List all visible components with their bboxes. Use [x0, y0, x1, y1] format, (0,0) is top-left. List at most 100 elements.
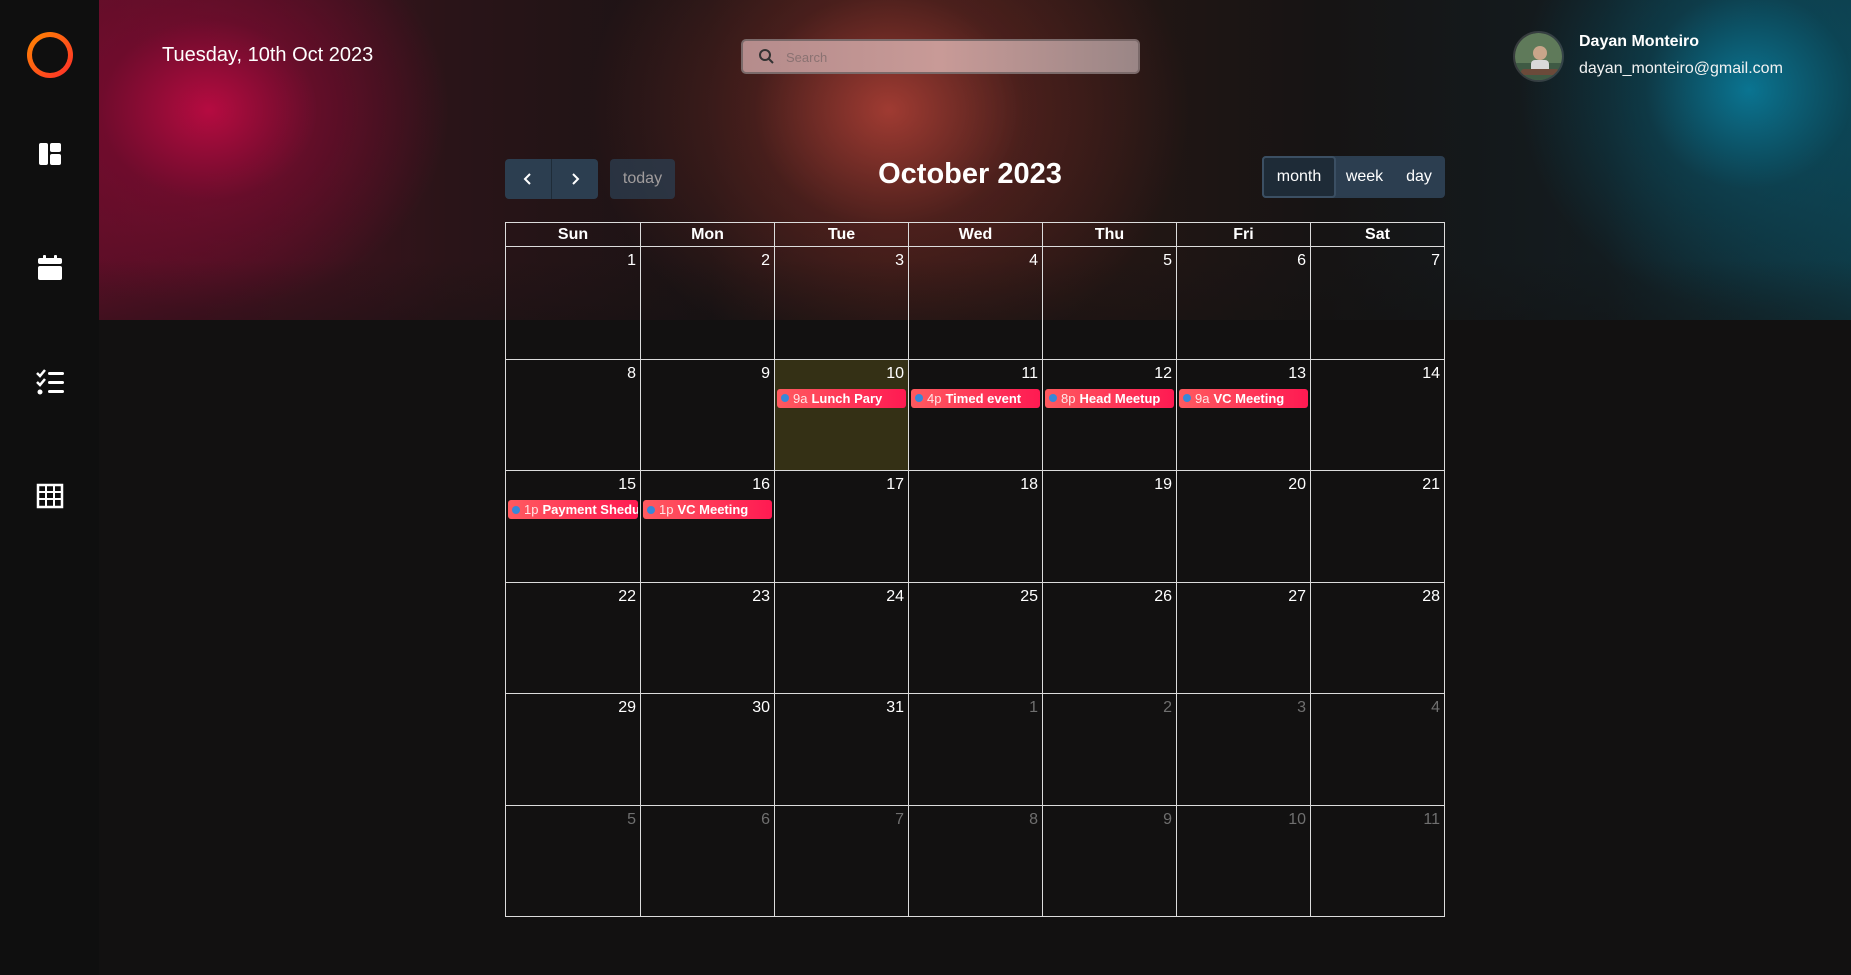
day-number[interactable]: 20: [1288, 476, 1306, 494]
day-cell[interactable]: 11: [1310, 804, 1444, 916]
day-cell[interactable]: 20: [1176, 470, 1310, 582]
prev-button[interactable]: [505, 159, 551, 199]
day-cell[interactable]: 5: [506, 804, 640, 917]
day-number[interactable]: 11: [1423, 811, 1440, 829]
day-number[interactable]: 10: [886, 365, 904, 383]
calendar-icon[interactable]: [34, 252, 66, 284]
day-number[interactable]: 26: [1154, 588, 1172, 606]
calendar-event[interactable]: 9a VC Meeting: [1179, 388, 1308, 408]
day-number[interactable]: 4: [1029, 252, 1038, 270]
dashboard-icon[interactable]: [34, 138, 66, 170]
day-cell[interactable]: 5: [1042, 247, 1176, 359]
day-cell[interactable]: 4: [1310, 693, 1444, 805]
day-cell[interactable]: 19: [1042, 470, 1176, 582]
day-number[interactable]: 1: [1029, 699, 1038, 717]
day-cell[interactable]: 28: [1310, 581, 1444, 693]
avatar[interactable]: [1513, 31, 1564, 82]
day-cell[interactable]: 9: [1042, 804, 1176, 916]
day-number[interactable]: 12: [1154, 365, 1172, 383]
day-cell[interactable]: 9: [640, 358, 774, 470]
day-number[interactable]: 19: [1154, 476, 1172, 494]
day-number[interactable]: 8: [627, 365, 636, 383]
next-button[interactable]: [551, 159, 597, 199]
day-cell[interactable]: 31: [774, 693, 908, 805]
app-logo[interactable]: [27, 32, 73, 78]
day-number[interactable]: 5: [1163, 252, 1172, 270]
day-number[interactable]: 9: [1163, 811, 1172, 829]
day-number[interactable]: 21: [1422, 476, 1440, 494]
day-number[interactable]: 7: [895, 811, 904, 829]
calendar-event[interactable]: 8p Head Meetup: [1045, 388, 1174, 408]
day-number[interactable]: 17: [886, 476, 904, 494]
day-cell[interactable]: 1: [908, 693, 1042, 805]
day-number[interactable]: 27: [1288, 588, 1306, 606]
day-number[interactable]: 28: [1422, 588, 1440, 606]
day-number[interactable]: 8: [1029, 811, 1038, 829]
day-number[interactable]: 9: [761, 365, 770, 383]
view-month-button[interactable]: month: [1262, 156, 1336, 198]
calendar-event[interactable]: 1p VC Meeting: [643, 500, 772, 519]
day-number[interactable]: 7: [1431, 252, 1440, 270]
day-number[interactable]: 1: [627, 252, 636, 270]
day-number[interactable]: 3: [1297, 699, 1306, 717]
checklist-icon[interactable]: [34, 366, 66, 398]
view-day-button[interactable]: day: [1393, 156, 1445, 198]
day-number[interactable]: 15: [618, 476, 636, 494]
day-number[interactable]: 6: [1297, 252, 1306, 270]
day-cell[interactable]: 15 1pPayment Shedule: [506, 470, 640, 582]
day-cell[interactable]: 18: [908, 470, 1042, 582]
day-number[interactable]: 3: [895, 252, 904, 270]
day-cell[interactable]: 21: [1310, 470, 1444, 582]
day-number[interactable]: 30: [752, 699, 770, 717]
day-cell-today[interactable]: 10 9a Lunch Pary: [774, 358, 908, 470]
day-cell[interactable]: 23: [640, 581, 774, 693]
calendar-event[interactable]: 4p Timed event: [911, 388, 1040, 408]
day-cell[interactable]: 24: [774, 581, 908, 693]
day-cell[interactable]: 8: [908, 804, 1042, 916]
day-cell[interactable]: 1: [506, 247, 640, 359]
day-cell[interactable]: 16 1p VC Meeting: [640, 470, 774, 582]
day-cell[interactable]: 13 9a VC Meeting: [1176, 358, 1310, 470]
day-cell[interactable]: 30: [640, 693, 774, 805]
search-input[interactable]: [786, 47, 1116, 67]
day-number[interactable]: 11: [1021, 365, 1038, 383]
search-bar[interactable]: [741, 39, 1140, 74]
day-number[interactable]: 24: [886, 588, 904, 606]
day-cell[interactable]: 27: [1176, 581, 1310, 693]
table-icon[interactable]: [34, 480, 66, 512]
day-number[interactable]: 22: [618, 588, 636, 606]
day-cell[interactable]: 17: [774, 470, 908, 582]
day-cell[interactable]: 25: [908, 581, 1042, 693]
day-number[interactable]: 18: [1020, 476, 1038, 494]
day-cell[interactable]: 2: [640, 247, 774, 359]
day-cell[interactable]: 6: [640, 804, 774, 916]
day-cell[interactable]: 10: [1176, 804, 1310, 916]
day-cell[interactable]: 12 8p Head Meetup: [1042, 358, 1176, 470]
day-cell[interactable]: 8: [506, 358, 640, 471]
day-cell[interactable]: 26: [1042, 581, 1176, 693]
day-cell[interactable]: 7: [774, 804, 908, 916]
day-number[interactable]: 14: [1422, 365, 1440, 383]
day-number[interactable]: 31: [886, 699, 904, 717]
day-cell[interactable]: 3: [774, 247, 908, 359]
day-cell[interactable]: 11 4p Timed event: [908, 358, 1042, 470]
day-number[interactable]: 16: [752, 476, 770, 494]
view-week-button[interactable]: week: [1336, 156, 1393, 198]
day-number[interactable]: 6: [761, 811, 770, 829]
day-number[interactable]: 23: [752, 588, 770, 606]
day-cell[interactable]: 14: [1310, 358, 1444, 470]
day-cell[interactable]: 3: [1176, 693, 1310, 805]
day-cell[interactable]: 4: [908, 247, 1042, 359]
day-number[interactable]: 4: [1431, 699, 1440, 717]
day-number[interactable]: 10: [1288, 811, 1306, 829]
day-number[interactable]: 29: [618, 699, 636, 717]
day-cell[interactable]: 7: [1310, 247, 1444, 359]
day-cell[interactable]: 29: [506, 693, 640, 805]
today-button[interactable]: today: [610, 159, 675, 199]
calendar-event[interactable]: 9a Lunch Pary: [777, 388, 906, 408]
calendar-event[interactable]: 1pPayment Shedule: [508, 500, 638, 519]
day-cell[interactable]: 22: [506, 581, 640, 694]
day-cell[interactable]: 2: [1042, 693, 1176, 805]
day-number[interactable]: 2: [1163, 699, 1172, 717]
day-number[interactable]: 13: [1288, 365, 1306, 383]
